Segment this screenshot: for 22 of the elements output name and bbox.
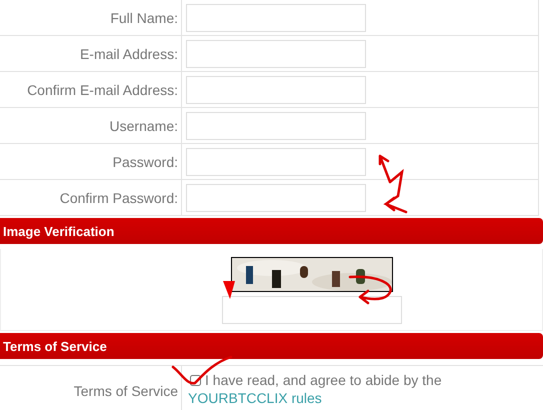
field-label: Username: xyxy=(110,118,178,134)
input-field[interactable] xyxy=(186,4,366,32)
input-field[interactable] xyxy=(186,112,366,140)
rules-link[interactable]: YOURBTCCLIX rules xyxy=(188,390,322,406)
arrow-annotation xyxy=(223,281,235,299)
arrow-annotation xyxy=(378,154,408,214)
input-field[interactable] xyxy=(186,184,366,212)
field-label: Password: xyxy=(112,154,178,170)
field-label: Confirm E-mail Address: xyxy=(27,82,178,98)
section-header: Image Verification xyxy=(0,218,543,244)
field-label: Confirm Password: xyxy=(60,190,178,206)
agree-checkbox[interactable] xyxy=(190,375,201,386)
captcha-input[interactable] xyxy=(222,296,402,324)
input-field[interactable] xyxy=(186,76,366,104)
arrow-annotation xyxy=(348,276,392,304)
field-label: Full Name: xyxy=(110,10,178,26)
field-label: E-mail Address: xyxy=(80,46,178,62)
section-header: Terms of Service xyxy=(0,333,543,359)
input-field[interactable] xyxy=(186,40,366,68)
agreement-text: I have read, and agree to abide by the xyxy=(205,372,442,388)
input-field[interactable] xyxy=(186,148,366,176)
field-label: Terms of Service xyxy=(74,383,178,399)
